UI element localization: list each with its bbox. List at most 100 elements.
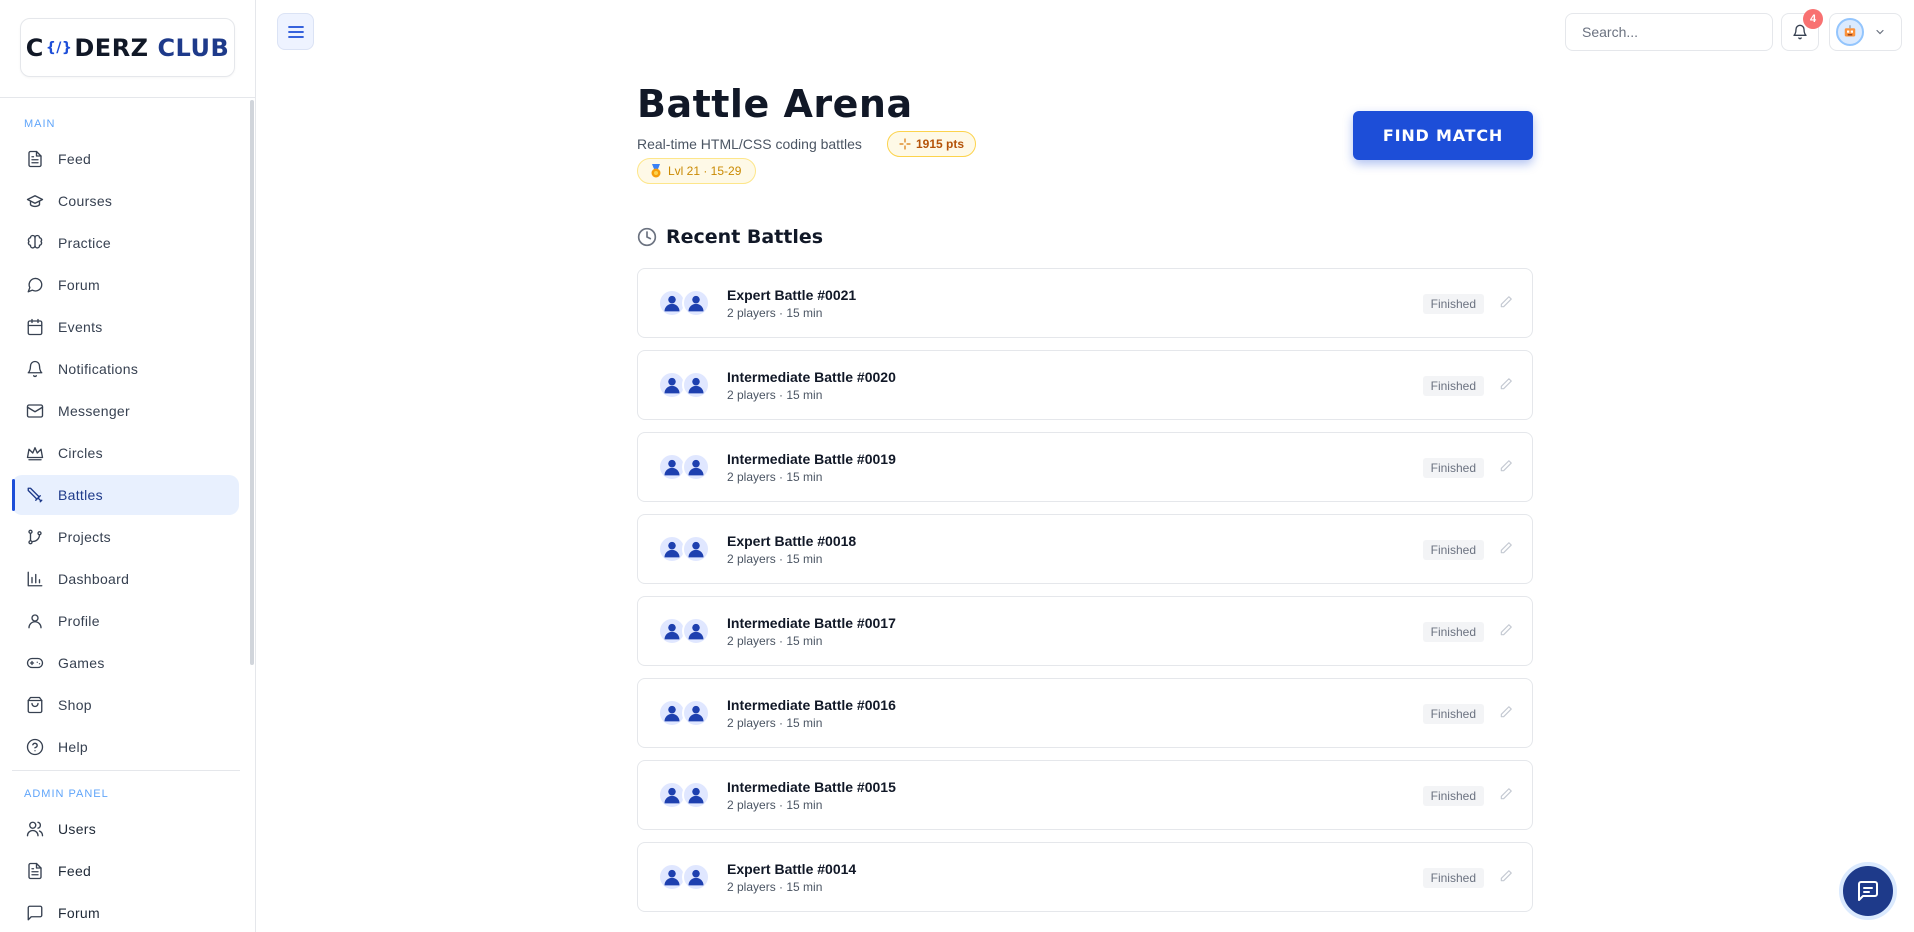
sidebar-item-label: Games: [58, 655, 105, 671]
logo-club: CLUB: [157, 33, 230, 62]
battle-info: Intermediate Battle #0019 2 players · 15 …: [727, 451, 896, 484]
admin-item-feed[interactable]: Feed: [12, 851, 239, 891]
admin-item-users[interactable]: Users: [12, 809, 239, 849]
logo-letters: DERZ: [74, 33, 149, 62]
player-avatar-icon: [664, 295, 680, 312]
battle-card[interactable]: Intermediate Battle #0016 2 players · 15 …: [637, 678, 1533, 748]
status-badge: Finished: [1422, 622, 1484, 642]
level-value: Lvl 21 · 15-29: [668, 164, 742, 178]
battle-info: Expert Battle #0014 2 players · 15 min: [727, 861, 856, 894]
sidebar-item-battles[interactable]: Battles: [12, 475, 239, 515]
battle-info: Intermediate Battle #0016 2 players · 15 …: [727, 697, 896, 730]
edit-button[interactable]: [1499, 377, 1513, 396]
player-avatar-icon: [688, 459, 704, 476]
sidebar-scrollbar[interactable]: [250, 100, 254, 665]
logo[interactable]: C {/} DERZ CLUB: [20, 18, 235, 77]
search-input[interactable]: [1565, 13, 1773, 51]
chat-button[interactable]: [1839, 862, 1897, 920]
sidebar-item-games[interactable]: Games: [12, 643, 239, 683]
pencil-icon: [1500, 870, 1512, 882]
sidebar-item-shop[interactable]: Shop: [12, 685, 239, 725]
pencil-icon: [1500, 378, 1512, 390]
pencil-icon: [1500, 460, 1512, 472]
battle-players: [658, 453, 710, 481]
admin-item-forum[interactable]: Forum: [12, 893, 239, 932]
edit-button[interactable]: [1499, 295, 1513, 314]
pencil-icon: [1500, 542, 1512, 554]
sidebar-item-label: Projects: [58, 529, 111, 545]
sidebar-item-label: Help: [58, 739, 88, 755]
sidebar-item-messenger[interactable]: Messenger: [12, 391, 239, 431]
file-text-icon: [28, 862, 42, 880]
message-square-icon: [27, 905, 43, 921]
battle-card[interactable]: Expert Battle #0021 2 players · 15 min Fin…: [637, 268, 1533, 338]
sidebar-item-icon: [25, 149, 45, 169]
admin-item-icon: [25, 819, 45, 839]
sidebar-item-help[interactable]: Help: [12, 727, 239, 767]
edit-button[interactable]: [1499, 869, 1513, 888]
crown-icon: [26, 447, 44, 461]
mail-icon: [26, 404, 44, 418]
player-avatar-icon: [664, 459, 680, 476]
edit-button[interactable]: [1499, 787, 1513, 806]
sidebar-item-icon: [25, 569, 45, 589]
battle-players: [658, 371, 710, 399]
sidebar-item-label: Practice: [58, 235, 111, 251]
sidebar-item-icon: [25, 233, 45, 253]
battle-card[interactable]: Expert Battle #0014 2 players · 15 min Fin…: [637, 842, 1533, 912]
sidebar-item-courses[interactable]: Courses: [12, 181, 239, 221]
sidebar-item-icon: [25, 611, 45, 631]
battle-players: [658, 781, 710, 809]
battle-meta: 2 players · 15 min: [727, 797, 823, 812]
battle-card[interactable]: Intermediate Battle #0017 2 players · 15 …: [637, 596, 1533, 666]
logo-mark: {/}: [45, 39, 73, 56]
sidebar-divider: [0, 97, 255, 98]
sidebar: C {/} DERZ CLUB MAIN Feed Courses Practice Fo…: [0, 0, 256, 932]
sidebar-item-forum[interactable]: Forum: [12, 265, 239, 305]
battle-players: [658, 535, 710, 563]
battle-meta: 2 players · 15 min: [727, 633, 823, 648]
battle-info: Intermediate Battle #0020 2 players · 15 …: [727, 369, 896, 402]
edit-button[interactable]: [1499, 705, 1513, 724]
battle-card[interactable]: Intermediate Battle #0019 2 players · 15 …: [637, 432, 1533, 502]
pencil-icon: [1500, 706, 1512, 718]
sidebar-item-feed[interactable]: Feed: [12, 139, 239, 179]
bar-chart-icon: [27, 571, 43, 587]
edit-button[interactable]: [1499, 623, 1513, 642]
sidebar-item-practice[interactable]: Practice: [12, 223, 239, 263]
sidebar-item-circles[interactable]: Circles: [12, 433, 239, 473]
sidebar-item-events[interactable]: Events: [12, 307, 239, 347]
pencil-icon: [1500, 788, 1512, 800]
battle-name: Expert Battle #0018: [727, 532, 857, 549]
battle-card[interactable]: Expert Battle #0018 2 players · 15 min Fin…: [637, 514, 1533, 584]
find-match-button[interactable]: FIND MATCH: [1353, 111, 1533, 160]
sidebar-item-icon: [25, 443, 45, 463]
edit-button[interactable]: [1499, 541, 1513, 560]
battle-card[interactable]: Intermediate Battle #0020 2 players · 15 …: [637, 350, 1533, 420]
battle-card[interactable]: Intermediate Battle #0015 2 players · 15 …: [637, 760, 1533, 830]
user-menu-button[interactable]: [1829, 13, 1902, 51]
admin-item-label: Forum: [58, 905, 100, 921]
sidebar-item-label: Dashboard: [58, 571, 130, 587]
player-avatar: [682, 617, 710, 645]
player-avatar-icon: [664, 787, 680, 804]
sidebar-item-icon: [25, 275, 45, 295]
player-avatar-icon: [688, 705, 704, 722]
sidebar-item-icon: [25, 191, 45, 211]
sidebar-item-notifications[interactable]: Notifications: [12, 349, 239, 389]
sidebar-item-icon: [25, 485, 45, 505]
points-value: 1915 pts: [916, 137, 965, 151]
sidebar-item-label: Messenger: [58, 403, 130, 419]
edit-button[interactable]: [1499, 459, 1513, 478]
sidebar-item-icon: [25, 653, 45, 673]
sidebar-item-dashboard[interactable]: Dashboard: [12, 559, 239, 599]
code-brackets-icon: {/}: [46, 40, 73, 56]
status-badge: Finished: [1422, 786, 1484, 806]
level-badge: Lvl 21 · 15-29: [637, 158, 757, 184]
section-label-admin: ADMIN PANEL: [24, 788, 109, 800]
page-subtitle: Real-time HTML/CSS coding battles: [637, 136, 862, 152]
menu-toggle-button[interactable]: [277, 13, 314, 50]
battle-info: Intermediate Battle #0017 2 players · 15 …: [727, 615, 896, 648]
sidebar-item-profile[interactable]: Profile: [12, 601, 239, 641]
sidebar-item-projects[interactable]: Projects: [12, 517, 239, 557]
